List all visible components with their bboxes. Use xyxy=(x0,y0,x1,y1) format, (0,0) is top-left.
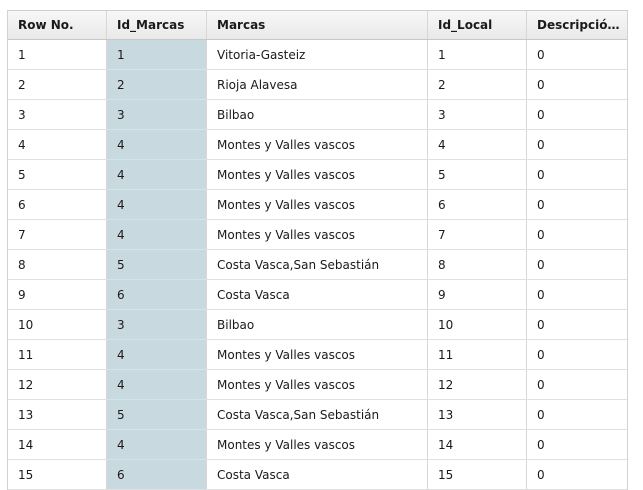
table-row[interactable]: 12 4 Montes y Valles vascos 12 0 xyxy=(8,370,627,400)
cell-marcas[interactable]: Bilbao xyxy=(207,100,428,129)
cell-descripcion[interactable]: 0 xyxy=(527,340,627,369)
cell-id-local[interactable]: 9 xyxy=(428,280,527,309)
cell-id-marcas[interactable]: 3 xyxy=(107,310,207,339)
table-row[interactable]: 2 2 Rioja Alavesa 2 0 xyxy=(8,70,627,100)
cell-descripcion[interactable]: 0 xyxy=(527,100,627,129)
cell-marcas[interactable]: Montes y Valles vascos xyxy=(207,430,428,459)
cell-descripcion[interactable]: 0 xyxy=(527,40,627,69)
cell-descripcion[interactable]: 0 xyxy=(527,310,627,339)
cell-row-no[interactable]: 11 xyxy=(8,340,107,369)
table-row[interactable]: 7 4 Montes y Valles vascos 7 0 xyxy=(8,220,627,250)
cell-row-no[interactable]: 4 xyxy=(8,130,107,159)
cell-id-local[interactable]: 10 xyxy=(428,310,527,339)
column-header-marcas[interactable]: Marcas xyxy=(207,11,428,39)
cell-id-marcas[interactable]: 4 xyxy=(107,370,207,399)
cell-marcas[interactable]: Costa Vasca xyxy=(207,280,428,309)
cell-descripcion[interactable]: 0 xyxy=(527,130,627,159)
column-header-id-marcas[interactable]: Id_Marcas xyxy=(107,11,207,39)
cell-descripcion[interactable]: 0 xyxy=(527,430,627,459)
cell-marcas[interactable]: Montes y Valles vascos xyxy=(207,370,428,399)
cell-marcas[interactable]: Costa Vasca xyxy=(207,460,428,489)
table-row[interactable]: 8 5 Costa Vasca,San Sebastián 8 0 xyxy=(8,250,627,280)
cell-row-no[interactable]: 10 xyxy=(8,310,107,339)
cell-id-local[interactable]: 8 xyxy=(428,250,527,279)
table-row[interactable]: 9 6 Costa Vasca 9 0 xyxy=(8,280,627,310)
cell-marcas[interactable]: Montes y Valles vascos xyxy=(207,340,428,369)
cell-descripcion[interactable]: 0 xyxy=(527,160,627,189)
cell-id-local[interactable]: 6 xyxy=(428,190,527,219)
cell-marcas[interactable]: Rioja Alavesa xyxy=(207,70,428,99)
table-row[interactable]: 4 4 Montes y Valles vascos 4 0 xyxy=(8,130,627,160)
cell-descripcion[interactable]: 0 xyxy=(527,370,627,399)
data-table: Row No. Id_Marcas Marcas Id_Local Descri… xyxy=(7,10,628,490)
cell-row-no[interactable]: 8 xyxy=(8,250,107,279)
cell-row-no[interactable]: 2 xyxy=(8,70,107,99)
table-row[interactable]: 5 4 Montes y Valles vascos 5 0 xyxy=(8,160,627,190)
table-header: Row No. Id_Marcas Marcas Id_Local Descri… xyxy=(8,10,627,40)
cell-descripcion[interactable]: 0 xyxy=(527,250,627,279)
cell-descripcion[interactable]: 0 xyxy=(527,460,627,489)
table-row[interactable]: 10 3 Bilbao 10 0 xyxy=(8,310,627,340)
cell-id-local[interactable]: 2 xyxy=(428,70,527,99)
cell-row-no[interactable]: 9 xyxy=(8,280,107,309)
cell-marcas[interactable]: Costa Vasca,San Sebastián xyxy=(207,250,428,279)
cell-id-marcas[interactable]: 4 xyxy=(107,190,207,219)
cell-marcas[interactable]: Montes y Valles vascos xyxy=(207,130,428,159)
cell-marcas[interactable]: Bilbao xyxy=(207,310,428,339)
cell-id-marcas[interactable]: 5 xyxy=(107,250,207,279)
cell-marcas[interactable]: Montes y Valles vascos xyxy=(207,160,428,189)
cell-id-local[interactable]: 12 xyxy=(428,370,527,399)
cell-id-local[interactable]: 13 xyxy=(428,400,527,429)
column-header-row-no[interactable]: Row No. xyxy=(8,11,107,39)
cell-descripcion[interactable]: 0 xyxy=(527,280,627,309)
cell-descripcion[interactable]: 0 xyxy=(527,70,627,99)
cell-id-marcas[interactable]: 6 xyxy=(107,280,207,309)
cell-id-local[interactable]: 3 xyxy=(428,100,527,129)
cell-id-local[interactable]: 4 xyxy=(428,130,527,159)
cell-id-marcas[interactable]: 4 xyxy=(107,340,207,369)
cell-row-no[interactable]: 15 xyxy=(8,460,107,489)
cell-id-marcas[interactable]: 1 xyxy=(107,40,207,69)
cell-id-marcas[interactable]: 2 xyxy=(107,70,207,99)
column-header-id-local[interactable]: Id_Local xyxy=(428,11,527,39)
cell-row-no[interactable]: 3 xyxy=(8,100,107,129)
table-body: 1 1 Vitoria-Gasteiz 1 0 2 2 Rioja Alavesa 2 0 3 3 Bi… xyxy=(8,40,627,490)
table-row[interactable]: 15 6 Costa Vasca 15 0 xyxy=(8,460,627,490)
column-header-descripcion[interactable]: Descripció… xyxy=(527,11,627,39)
table-row[interactable]: 11 4 Montes y Valles vascos 11 0 xyxy=(8,340,627,370)
cell-marcas[interactable]: Costa Vasca,San Sebastián xyxy=(207,400,428,429)
table-row[interactable]: 3 3 Bilbao 3 0 xyxy=(8,100,627,130)
table-row[interactable]: 13 5 Costa Vasca,San Sebastián 13 0 xyxy=(8,400,627,430)
table-row[interactable]: 14 4 Montes y Valles vascos 14 0 xyxy=(8,430,627,460)
cell-row-no[interactable]: 12 xyxy=(8,370,107,399)
cell-row-no[interactable]: 13 xyxy=(8,400,107,429)
cell-id-marcas[interactable]: 6 xyxy=(107,460,207,489)
cell-id-local[interactable]: 7 xyxy=(428,220,527,249)
cell-row-no[interactable]: 14 xyxy=(8,430,107,459)
cell-marcas[interactable]: Montes y Valles vascos xyxy=(207,190,428,219)
cell-id-marcas[interactable]: 3 xyxy=(107,100,207,129)
cell-row-no[interactable]: 5 xyxy=(8,160,107,189)
cell-id-local[interactable]: 1 xyxy=(428,40,527,69)
cell-id-local[interactable]: 11 xyxy=(428,340,527,369)
cell-id-marcas[interactable]: 5 xyxy=(107,400,207,429)
cell-id-marcas[interactable]: 4 xyxy=(107,220,207,249)
cell-id-marcas[interactable]: 4 xyxy=(107,160,207,189)
cell-id-marcas[interactable]: 4 xyxy=(107,130,207,159)
table-row[interactable]: 6 4 Montes y Valles vascos 6 0 xyxy=(8,190,627,220)
cell-id-local[interactable]: 14 xyxy=(428,430,527,459)
cell-descripcion[interactable]: 0 xyxy=(527,400,627,429)
cell-descripcion[interactable]: 0 xyxy=(527,190,627,219)
table-row[interactable]: 1 1 Vitoria-Gasteiz 1 0 xyxy=(8,40,627,70)
cell-id-local[interactable]: 5 xyxy=(428,160,527,189)
cell-marcas[interactable]: Montes y Valles vascos xyxy=(207,220,428,249)
cell-id-marcas[interactable]: 4 xyxy=(107,430,207,459)
cell-id-local[interactable]: 15 xyxy=(428,460,527,489)
cell-row-no[interactable]: 7 xyxy=(8,220,107,249)
cell-row-no[interactable]: 1 xyxy=(8,40,107,69)
cell-row-no[interactable]: 6 xyxy=(8,190,107,219)
cell-marcas[interactable]: Vitoria-Gasteiz xyxy=(207,40,428,69)
cell-descripcion[interactable]: 0 xyxy=(527,220,627,249)
